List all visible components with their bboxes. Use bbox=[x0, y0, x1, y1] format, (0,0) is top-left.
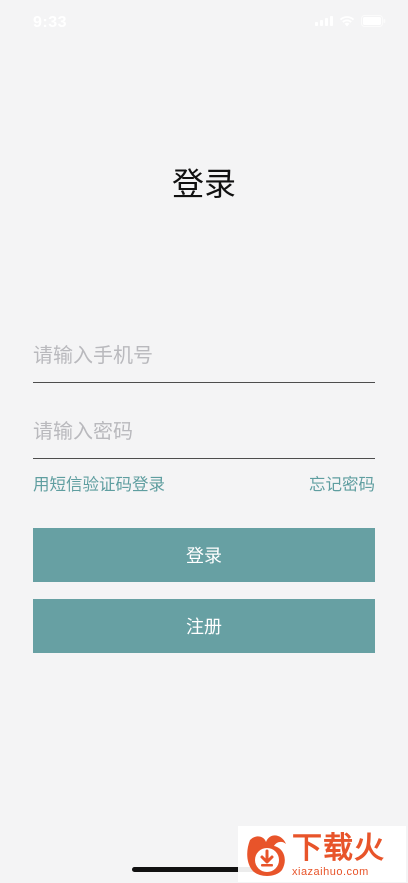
login-button[interactable]: 登录 bbox=[33, 528, 375, 582]
password-field bbox=[33, 406, 375, 459]
register-button[interactable]: 注册 bbox=[33, 599, 375, 653]
wifi-icon bbox=[339, 16, 355, 27]
status-time: 9:33 bbox=[33, 14, 68, 31]
phone-field bbox=[33, 330, 375, 383]
status-icons bbox=[315, 15, 386, 27]
forgot-password-link[interactable]: 忘记密码 bbox=[309, 474, 375, 496]
page-title: 登录 bbox=[171, 165, 236, 203]
download-fire-logo-icon bbox=[247, 835, 286, 876]
phone-input[interactable] bbox=[33, 330, 375, 380]
password-input[interactable] bbox=[33, 406, 375, 456]
status-bar: 9:33 bbox=[0, 0, 408, 48]
watermark-url: xiazaihuo.com bbox=[292, 866, 369, 878]
watermark-name: 下载火 bbox=[292, 831, 385, 866]
watermark: 下载火 xiazaihuo.com bbox=[238, 826, 406, 882]
battery-icon bbox=[361, 15, 386, 27]
signal-icon bbox=[315, 16, 333, 26]
sms-login-link[interactable]: 用短信验证码登录 bbox=[33, 474, 165, 496]
